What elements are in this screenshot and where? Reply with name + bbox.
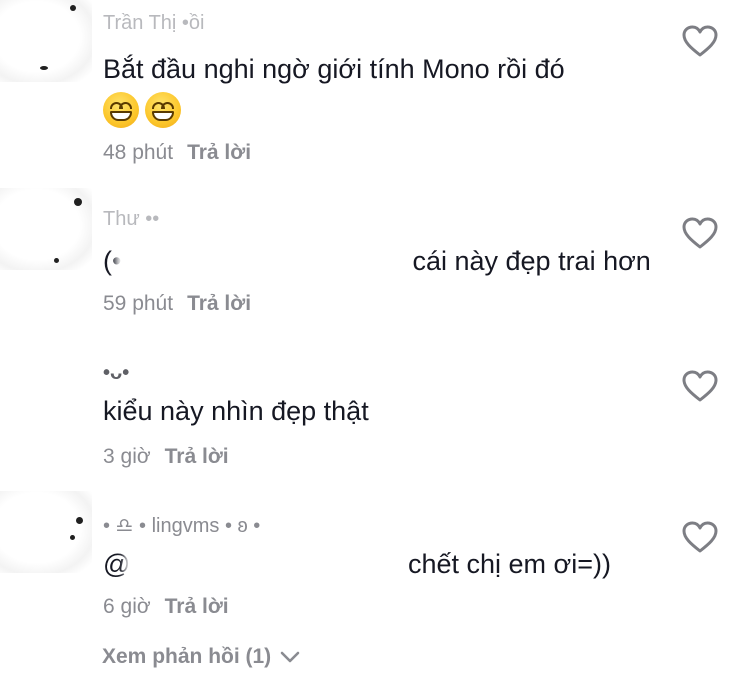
avatar[interactable] xyxy=(0,352,92,434)
heart-icon[interactable] xyxy=(681,369,719,403)
heart-icon[interactable] xyxy=(681,520,719,554)
comment-time: 3 giờ xyxy=(103,445,151,468)
comment-meta: 6 giờ Trả lời xyxy=(103,595,229,619)
comment-text-prefix: @ xyxy=(103,549,131,579)
reply-button[interactable]: Trả lời xyxy=(165,595,229,618)
username-text: •ᴗ• xyxy=(103,362,130,384)
comment-text-body: cái này đẹp trai hơn xyxy=(412,246,651,276)
view-replies-button[interactable]: Xem phản hồi (1) xyxy=(102,645,301,669)
comment-text: kiểu này nhìn đẹp thật xyxy=(103,396,369,426)
comment-username[interactable]: Thư •• xyxy=(103,208,159,231)
heart-icon[interactable] xyxy=(681,24,719,58)
comment-item: Thư •• (•xxxxxxxxxxxxxxxxxxxxx cái này đ… xyxy=(0,180,748,340)
heart-icon[interactable] xyxy=(681,216,719,250)
grinning-face-icon xyxy=(103,92,139,128)
comment-time: 59 phút xyxy=(103,292,174,315)
comment-text: @xxxxxxxxxxxxxxxxxxxx chết chị em ơi=)) xyxy=(103,549,611,580)
username-text: Trần Thị •ồi xyxy=(103,12,205,34)
comment-meta: 48 phút Trả lời xyxy=(103,141,251,165)
reply-button[interactable]: Trả lời xyxy=(187,292,251,315)
view-replies-label: Xem phản hồi (1) xyxy=(102,645,272,668)
comment-text: (•xxxxxxxxxxxxxxxxxxxxx cái này đẹp trai… xyxy=(103,246,651,277)
username-text: Thư •• xyxy=(103,208,160,230)
avatar[interactable] xyxy=(0,0,92,82)
avatar[interactable] xyxy=(0,491,92,573)
comment-item: •ᴗ• kiểu này nhìn đẹp thật 3 giờ Trả lời xyxy=(0,340,748,485)
comment-time: 6 giờ xyxy=(103,595,151,618)
comment-time: 48 phút xyxy=(103,141,174,164)
comment-username[interactable]: • ♎ • lingvms • ʚ • xyxy=(103,513,260,538)
comment-text-prefix: (• xyxy=(103,246,122,276)
username-text: • ♎ • lingvms • ʚ • xyxy=(103,515,261,537)
comment-text: Bắt đầu nghi ngờ giới tính Mono rồi đó xyxy=(103,54,565,84)
comment-username[interactable]: Trần Thị •ồi xyxy=(103,12,204,35)
redacted-mention: xxxxxxxxxxxxxxxxxxxx xyxy=(130,549,401,580)
comment-meta: 59 phút Trả lời xyxy=(103,292,251,316)
avatar[interactable] xyxy=(0,188,92,270)
chevron-down-icon xyxy=(280,651,300,663)
reply-button[interactable]: Trả lời xyxy=(165,445,229,468)
comment-text-body: chết chị em ơi=)) xyxy=(407,549,611,579)
comment-item: Trần Thị •ồi Bắt đầu nghi ngờ giới tính … xyxy=(0,0,748,180)
grinning-face-icon xyxy=(145,92,181,128)
redacted-mention: xxxxxxxxxxxxxxxxxxxxx xyxy=(121,246,405,277)
comment-item: • ♎ • lingvms • ʚ • @xxxxxxxxxxxxxxxxxxx… xyxy=(0,485,748,630)
comment-username[interactable]: •ᴗ• xyxy=(103,362,129,385)
comment-meta: 3 giờ Trả lời xyxy=(103,445,229,469)
emoji-row xyxy=(103,92,181,128)
reply-button[interactable]: Trả lời xyxy=(187,141,251,164)
